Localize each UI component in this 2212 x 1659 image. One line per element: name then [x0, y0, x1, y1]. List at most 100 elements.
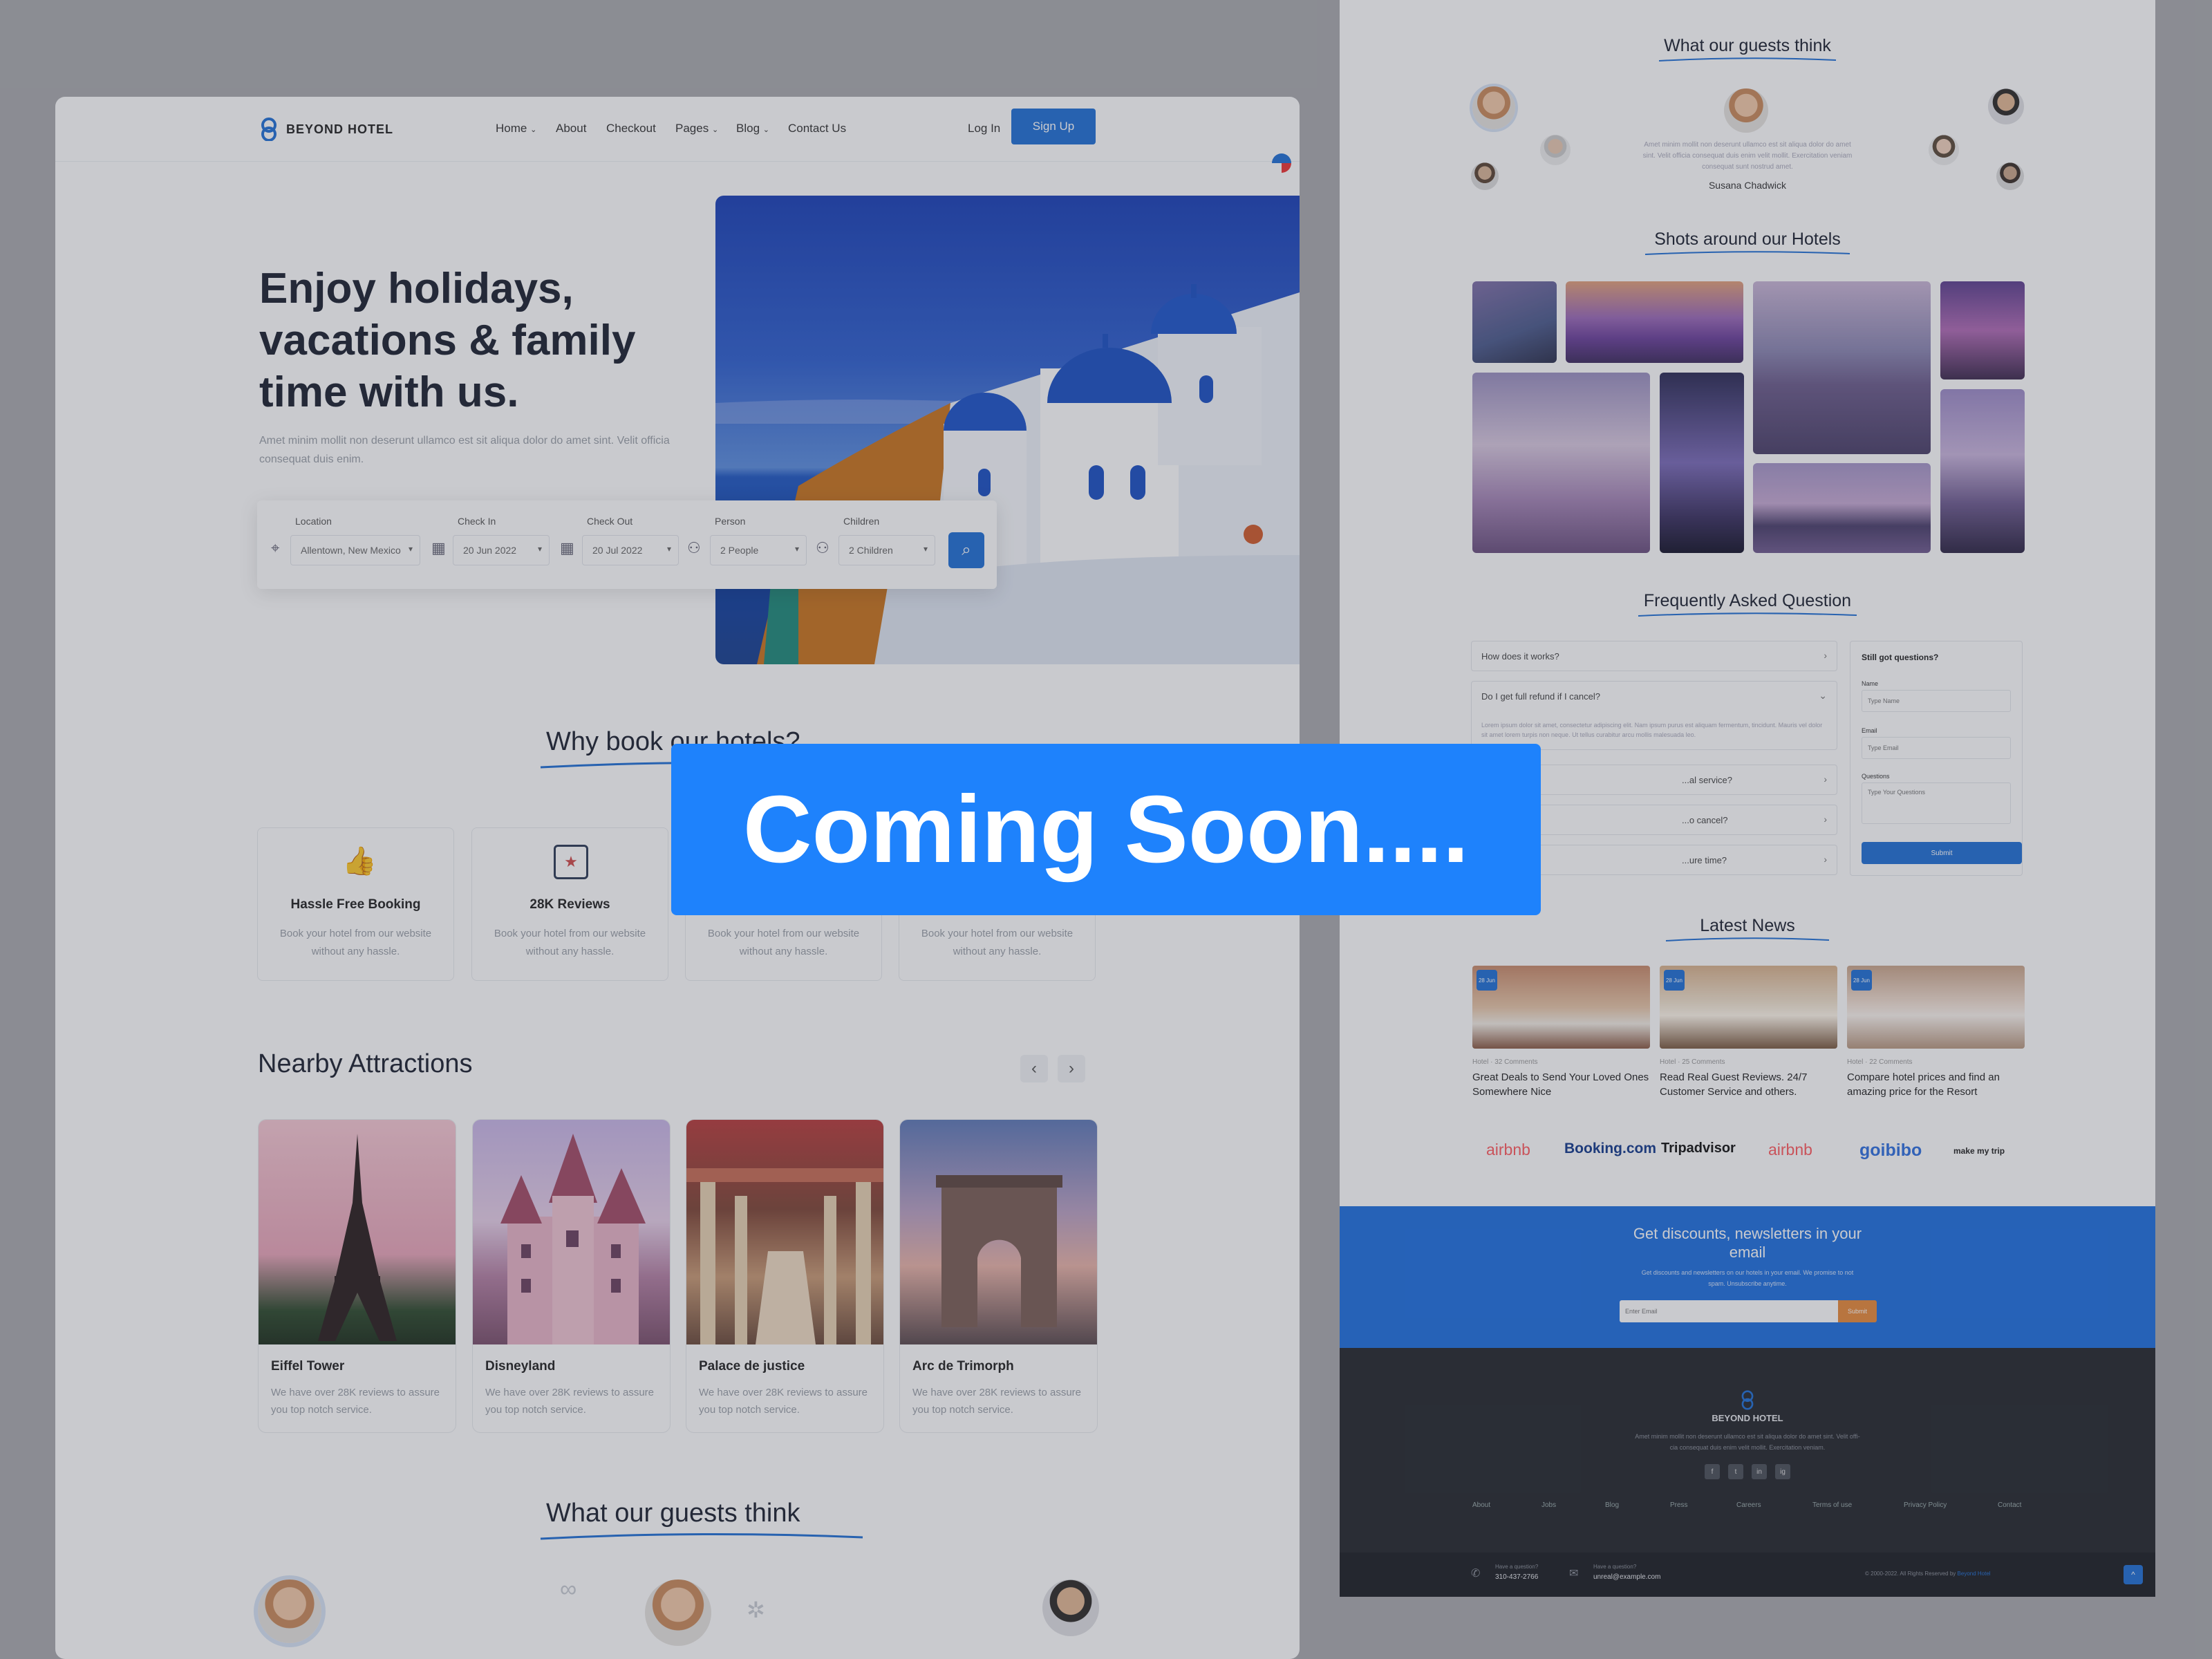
guest-avatar[interactable] — [1724, 88, 1768, 133]
newsletter-email-input[interactable] — [1620, 1300, 1838, 1322]
coming-soon-banner: Coming Soon.... — [671, 744, 1541, 915]
guest-avatar[interactable] — [1988, 88, 2024, 124]
email-label: Email — [1862, 727, 1877, 734]
footer-link[interactable]: Contact — [1998, 1501, 2021, 1509]
news-title: Compare hotel prices and find an amazing… — [1847, 1071, 2000, 1098]
email-field[interactable] — [1862, 737, 2011, 759]
guest-avatar[interactable] — [1042, 1580, 1099, 1636]
gallery-photo[interactable] — [1660, 373, 1744, 553]
hero-title: Enjoy holidays, vacations & family time … — [259, 265, 636, 416]
feature-desc: Book your hotel from our website without… — [494, 928, 646, 957]
nav-about[interactable]: About — [556, 122, 586, 135]
language-flag-icon[interactable] — [1272, 153, 1291, 173]
gallery-photo[interactable] — [1753, 281, 1931, 454]
twitter-icon[interactable]: t — [1728, 1464, 1743, 1479]
facebook-icon[interactable]: f — [1705, 1464, 1720, 1479]
form-submit-button[interactable]: Submit — [1862, 842, 2022, 864]
news-card[interactable]: 28 Jun Hotel · 32 Comments Great Deals t… — [1472, 966, 1650, 1099]
date-badge: 28 Jun — [1477, 970, 1497, 991]
nav-home[interactable]: Home ⌄ — [496, 122, 536, 135]
guest-quote: Amet minim mollit non deserunt ullamco e… — [1642, 141, 1853, 171]
news-card[interactable]: 28 Jun Hotel · 22 Comments Compare hotel… — [1847, 966, 2025, 1099]
nav-pages[interactable]: Pages ⌄ — [675, 122, 718, 135]
decor-glasses-icon: ∞ — [560, 1576, 577, 1602]
attraction-title: Arc de Trimorph — [912, 1359, 1014, 1374]
gallery-photo[interactable] — [1940, 281, 2025, 379]
coming-soon-text: Coming Soon.... — [742, 776, 1470, 883]
nav-blog[interactable]: Blog ⌄ — [736, 122, 769, 135]
gallery-photo[interactable] — [1472, 281, 1557, 363]
back-to-top-button[interactable]: ^ — [2124, 1565, 2143, 1584]
guest-avatar[interactable] — [1540, 135, 1571, 165]
question-form: Still got questions? Name Email Question… — [1850, 641, 2023, 876]
name-field[interactable] — [1862, 690, 2011, 712]
eiffel-tower-image — [259, 1120, 456, 1344]
guest-avatar[interactable] — [258, 1580, 321, 1643]
attraction-title: Palace de justice — [699, 1359, 805, 1374]
faq-item-expanded[interactable]: Do I get full refund if I cancel? ⌄ Lorem… — [1471, 681, 1837, 750]
feature-desc: Book your hotel from our website without… — [279, 928, 432, 957]
partner-logo-goibibo: goibibo — [1859, 1141, 1922, 1160]
checkout-select[interactable]: 20 Jul 2022 — [582, 535, 679, 565]
prev-arrow-button[interactable]: ‹ — [1020, 1055, 1048, 1082]
login-link[interactable]: Log In — [968, 122, 1000, 135]
partner-logo-airbnb: airbnb — [1486, 1141, 1530, 1159]
faq-item[interactable]: How does it works? › — [1471, 641, 1837, 671]
location-select[interactable]: Allentown, New Mexico — [290, 535, 420, 565]
news-card[interactable]: 28 Jun Hotel · 25 Comments Read Real Gue… — [1660, 966, 1837, 1099]
partner-logo-makemytrip: make my trip — [1953, 1146, 2005, 1156]
attraction-card[interactable]: Eiffel Tower We have over 28K reviews to… — [258, 1119, 456, 1433]
footer-link[interactable]: About — [1472, 1501, 1490, 1509]
checkin-label: Check In — [458, 516, 496, 527]
guest-avatar[interactable] — [1472, 86, 1515, 129]
heading-underline — [1665, 937, 1830, 941]
booking-search-form: ⌖ Location Allentown, New Mexico ▦ Check… — [257, 500, 997, 589]
attraction-card[interactable]: Palace de justice We have over 28K revie… — [686, 1119, 884, 1433]
mail-icon: ✉ — [1569, 1568, 1579, 1580]
questions-field[interactable] — [1862, 782, 2011, 824]
footer-link[interactable]: Terms of use — [1812, 1501, 1852, 1509]
newsletter-submit-button[interactable]: Submit — [1838, 1300, 1877, 1322]
email-address[interactable]: unreal@example.com — [1593, 1573, 1660, 1581]
news-image: 28 Jun — [1847, 966, 2025, 1049]
partner-logo-tripadvisor: Tripadvisor — [1661, 1141, 1736, 1156]
attraction-card[interactable]: Disneyland We have over 28K reviews to a… — [472, 1119, 671, 1433]
next-arrow-button[interactable]: › — [1058, 1055, 1085, 1082]
news-image: 28 Jun — [1472, 966, 1650, 1049]
phone-label: Have a question? — [1495, 1564, 1539, 1570]
footer-link[interactable]: Privacy Policy — [1904, 1501, 1947, 1509]
nav-checkout[interactable]: Checkout — [606, 122, 656, 135]
phone-number[interactable]: 310-437-2766 — [1495, 1573, 1538, 1581]
date-badge: 28 Jun — [1664, 970, 1685, 991]
signup-button[interactable]: Sign Up — [1011, 109, 1096, 144]
feature-desc: Book your hotel from our website without… — [921, 928, 1074, 957]
search-button[interactable]: ⌕ — [948, 532, 984, 568]
news-meta: Hotel · 22 Comments — [1847, 1058, 1913, 1066]
guest-avatar[interactable] — [1929, 135, 1959, 165]
partner-logo-booking: Booking.com — [1564, 1141, 1657, 1156]
gallery-photo[interactable] — [1753, 463, 1931, 553]
checkin-select[interactable]: 20 Jun 2022 — [453, 535, 550, 565]
feature-card: ★ 28K Reviews Book your hotel from our w… — [471, 827, 668, 981]
footer-link[interactable]: Careers — [1736, 1501, 1761, 1509]
footer-link[interactable]: Blog — [1605, 1501, 1619, 1509]
guest-name: Susana Chadwick — [1708, 180, 1787, 191]
person-select[interactable]: 2 People — [710, 535, 807, 565]
chevron-right-icon: › — [1824, 854, 1827, 865]
footer-link[interactable]: Press — [1670, 1501, 1688, 1509]
attraction-card[interactable]: Arc de Trimorph We have over 28K reviews… — [899, 1119, 1098, 1433]
feature-title: 28K Reviews — [529, 897, 610, 912]
gallery-photo[interactable] — [1472, 373, 1650, 553]
guest-avatar[interactable] — [645, 1580, 711, 1646]
footer-link[interactable]: Jobs — [1541, 1501, 1556, 1509]
gallery-photo[interactable] — [1940, 389, 2025, 553]
gallery-photo[interactable] — [1566, 281, 1743, 363]
brand-name: BEYOND HOTEL — [286, 122, 394, 136]
children-select[interactable]: 2 Children — [838, 535, 935, 565]
nav-contact[interactable]: Contact Us — [788, 122, 846, 135]
date-badge: 28 Jun — [1851, 970, 1872, 991]
linkedin-icon[interactable]: in — [1752, 1464, 1767, 1479]
newsletter-desc: Get discounts and newsletters on our hot… — [1641, 1269, 1854, 1287]
instagram-icon[interactable]: ig — [1775, 1464, 1790, 1479]
chevron-right-icon: › — [1824, 774, 1827, 785]
